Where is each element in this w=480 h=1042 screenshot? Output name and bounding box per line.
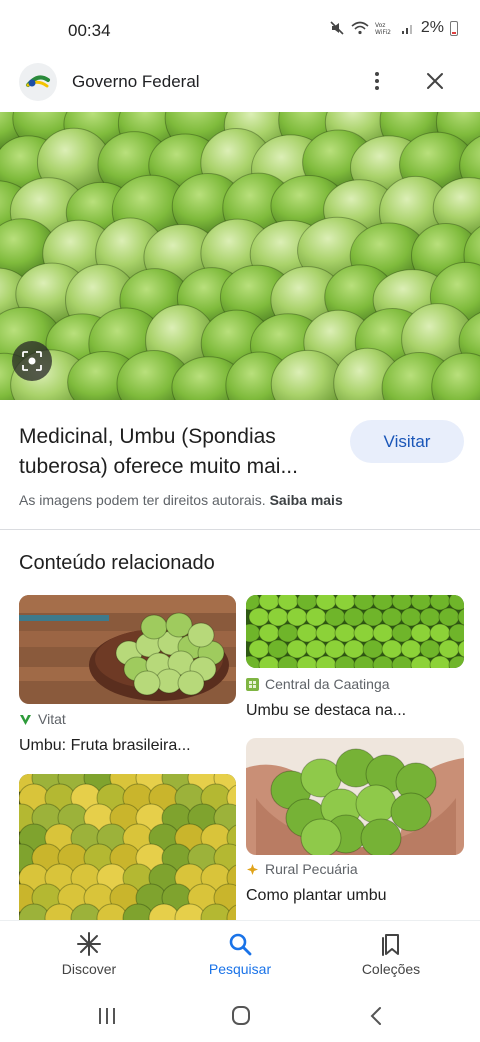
nav-search[interactable]: Pesquisar — [185, 931, 295, 977]
site-logo-icon[interactable] — [19, 63, 57, 101]
related-card-source-2: Central da Caatinga — [246, 676, 390, 692]
related-card-image-4[interactable] — [246, 738, 464, 855]
umbu-fruit-pile-image — [0, 112, 480, 400]
result-info: Medicinal, Umbu (Spondias tuberosa) ofer… — [0, 400, 480, 530]
status-bar: 00:34 Voz WiFi2 2% — [0, 0, 480, 60]
back-icon[interactable] — [363, 1004, 391, 1028]
related-card-source-1: Vitat — [19, 711, 66, 727]
nav-discover[interactable]: Discover — [34, 931, 144, 977]
visit-button[interactable]: Visitar — [350, 420, 464, 463]
related-card-image-1[interactable] — [19, 595, 236, 704]
bottom-navigation: Discover Pesquisar Coleções — [0, 920, 480, 990]
search-icon — [229, 933, 252, 956]
related-heading: Conteúdo relacionado — [19, 552, 215, 574]
battery-percent: 2% — [420, 19, 444, 36]
signal-icon — [401, 25, 412, 34]
related-card-caption-2[interactable]: Umbu se destaca na... — [246, 702, 406, 720]
wifi-icon — [351, 21, 369, 35]
asterisk-icon — [77, 932, 101, 956]
copyright-notice: As imagens podem ter direitos autorais. … — [19, 492, 343, 508]
nav-label: Coleções — [361, 961, 421, 977]
more-vert-icon[interactable] — [362, 66, 392, 96]
battery-icon — [450, 20, 458, 36]
system-navigation-bar — [0, 990, 480, 1042]
rural-pecuaria-favicon-icon — [247, 863, 258, 875]
bookmarks-icon — [382, 934, 399, 956]
learn-more-link[interactable]: Saiba mais — [270, 492, 343, 508]
related-card-caption-4[interactable]: Como plantar umbu — [246, 887, 387, 905]
site-name[interactable]: Governo Federal — [72, 72, 200, 92]
related-card-image-3[interactable] — [19, 774, 236, 920]
vitat-favicon-icon — [20, 714, 31, 725]
copyright-text: As imagens podem ter direitos autorais. — [19, 492, 266, 508]
status-time: 00:34 — [68, 21, 111, 40]
card-source-label: Vitat — [38, 711, 66, 727]
svg-text:Voz: Voz — [375, 22, 385, 29]
result-title[interactable]: Medicinal, Umbu (Spondias tuberosa) ofer… — [19, 422, 339, 482]
google-lens-icon[interactable] — [12, 341, 52, 381]
home-icon[interactable] — [227, 1004, 255, 1028]
caatinga-favicon-icon — [246, 677, 259, 691]
status-icons: Voz WiFi2 2% — [329, 19, 458, 37]
mute-icon — [330, 21, 344, 35]
related-card-source-4: Rural Pecuária — [246, 861, 358, 877]
volte-icon: Voz WiFi2 — [375, 22, 391, 35]
close-icon[interactable] — [420, 66, 450, 96]
nav-label: Discover — [61, 961, 117, 977]
svg-text:WiFi2: WiFi2 — [375, 29, 391, 35]
main-image[interactable] — [0, 112, 480, 400]
nav-collections[interactable]: Coleções — [336, 931, 446, 977]
nav-label: Pesquisar — [208, 961, 272, 977]
related-card-image-2[interactable] — [246, 595, 464, 668]
card-source-label: Rural Pecuária — [265, 861, 358, 877]
related-card-caption-1[interactable]: Umbu: Fruta brasileira... — [19, 737, 191, 755]
viewer-header: Governo Federal — [0, 60, 480, 112]
card-source-label: Central da Caatinga — [265, 676, 390, 692]
recent-apps-icon[interactable] — [93, 1004, 121, 1028]
